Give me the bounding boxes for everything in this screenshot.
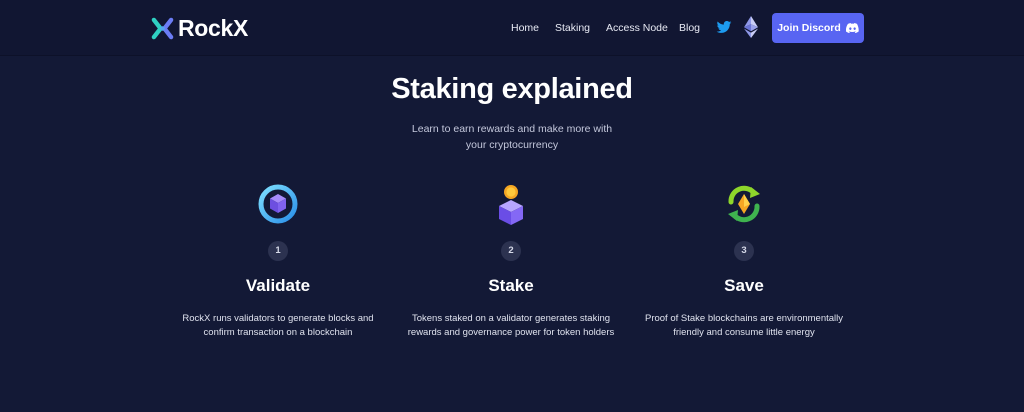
page-title: Staking explained — [391, 73, 633, 105]
step-title: Validate — [245, 276, 311, 295]
join-discord-button[interactable]: Join Discord — [772, 13, 864, 43]
main-nav: Home Staking Access Node Blog — [0, 20, 1024, 36]
nav-access-node[interactable]: Access Node — [606, 20, 668, 36]
step-description: Tokens staked on a validator generates s… — [407, 313, 615, 338]
nav-home[interactable]: Home — [511, 20, 539, 36]
twitter-icon[interactable] — [716, 19, 732, 35]
join-discord-label: Join Discord — [777, 22, 841, 34]
eco-recycle-icon — [728, 185, 760, 223]
ethereum-icon[interactable] — [744, 16, 758, 38]
page: RockX Home Staking Access Node Blog Join… — [0, 0, 1024, 412]
step-title: Stake — [488, 276, 534, 295]
top-navbar: RockX Home Staking Access Node Blog Join… — [0, 0, 1024, 56]
validator-cube-ring-icon — [258, 184, 298, 224]
step-title: Save — [724, 276, 764, 295]
step-stake: 2 Stake Tokens staked on a validator gen… — [406, 180, 616, 360]
nav-staking[interactable]: Staking — [555, 20, 590, 36]
discord-icon — [845, 23, 859, 33]
step-description: Proof of Stake blockchains are environme… — [644, 313, 844, 338]
nav-blog[interactable]: Blog — [679, 20, 700, 36]
step-save: 3 Save Proof of Stake blockchains are en… — [639, 180, 849, 360]
step-number-badge: 1 — [268, 241, 288, 261]
stake-coin-cube-icon — [499, 185, 523, 225]
step-description: RockX runs validators to generate blocks… — [182, 313, 374, 338]
step-number-badge: 3 — [734, 241, 754, 261]
page-subtitle: Learn to earn rewards and make more with… — [411, 123, 613, 151]
step-number-badge: 2 — [501, 241, 521, 261]
step-validate: 1 Validate RockX runs validators to gene… — [173, 180, 383, 360]
